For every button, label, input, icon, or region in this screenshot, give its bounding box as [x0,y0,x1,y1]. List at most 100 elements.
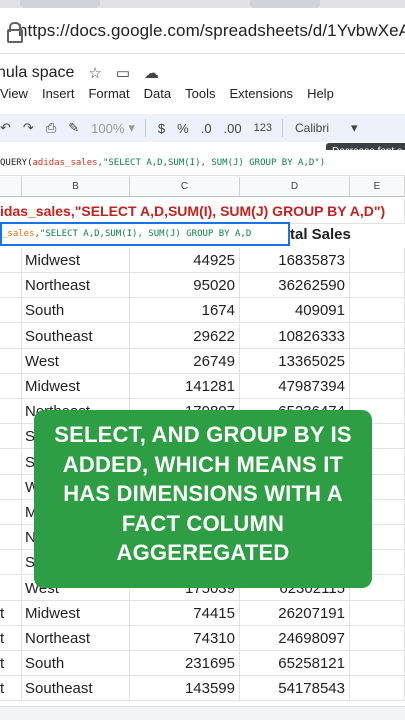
table-cell[interactable]: 13365025 [240,348,350,374]
url-text[interactable]: https://docs.google.com/spreadsheets/d/1… [18,21,405,41]
table-cell[interactable] [350,600,405,626]
currency-button[interactable]: $ [158,121,165,136]
table-cell[interactable] [0,248,22,273]
address-bar[interactable]: https://docs.google.com/spreadsheets/d/1… [0,8,405,54]
table-cell[interactable]: Southeast [22,676,130,702]
column-header-blank[interactable] [0,177,22,197]
formula-bar[interactable]: QUERY(adidas_sales ,"SELECT A,D,SUM(I), S… [0,150,405,176]
percent-button[interactable]: % [177,121,189,136]
table-cell[interactable]: Midwest [22,600,130,626]
table-cell[interactable] [0,474,22,500]
table-cell[interactable]: West [22,348,130,374]
move-folder-icon[interactable]: ▭ [116,64,130,82]
table-cell[interactable] [350,626,405,651]
table-cell[interactable]: 26749 [130,348,240,374]
table-cell[interactable]: South [22,651,130,677]
print-icon[interactable]: ⎙ [46,120,56,136]
table-row[interactable]: t South 231695 65258121 [0,651,405,677]
table-cell[interactable] [0,273,22,299]
table-row[interactable]: Midwest 141281 47987394 [0,374,405,399]
menu-extensions[interactable]: Extensions [229,86,293,106]
undo-icon[interactable]: ↶ [0,120,11,136]
table-cell[interactable] [350,651,405,677]
table-row[interactable]: Northeast 95020 36262590 [0,273,405,299]
menu-help[interactable]: Help [307,86,334,106]
table-cell[interactable] [0,500,22,525]
table-cell[interactable]: 36262590 [240,273,350,299]
table-cell[interactable] [0,323,22,349]
paint-format-icon[interactable]: ✎ [68,120,79,136]
star-icon[interactable]: ☆ [88,64,101,82]
table-cell[interactable]: 44925 [130,248,240,273]
table-cell[interactable]: 231695 [130,651,240,677]
table-cell[interactable]: 26207191 [240,600,350,626]
table-cell[interactable] [350,273,405,299]
table-cell[interactable]: 16835873 [240,248,350,273]
table-cell[interactable]: Midwest [22,248,130,273]
table-cell[interactable]: 143599 [130,676,240,702]
table-cell[interactable] [350,676,405,702]
table-cell[interactable] [0,424,22,450]
table-cell[interactable]: t [0,600,22,626]
table-cell[interactable] [0,550,22,576]
menu-data[interactable]: Data [144,86,171,106]
font-select[interactable]: Calibri [295,121,329,135]
menu-view[interactable]: View [0,86,28,106]
table-row[interactable]: West 26749 13365025 [0,348,405,374]
table-cell[interactable]: Northeast [22,626,130,651]
decrease-decimal-button[interactable]: .0 [201,121,212,136]
document-title[interactable]: nula space [0,64,74,82]
menu-insert[interactable]: Insert [42,86,75,106]
column-header-e[interactable]: E [350,177,405,197]
table-cell[interactable] [0,298,22,324]
column-header-d[interactable]: D [240,177,350,197]
total-sales-header[interactable]: tal Sales [290,222,351,247]
table-cell[interactable]: 74415 [130,600,240,626]
table-cell[interactable] [350,298,405,324]
cell-editor[interactable]: _sales,"SELECT A,D,SUM(I), SUM(J) GROUP … [0,222,290,246]
increase-decimal-button[interactable]: .00 [224,121,242,136]
table-cell[interactable] [350,323,405,349]
table-cell[interactable] [0,374,22,399]
table-cell[interactable]: 47987394 [240,374,350,399]
chevron-down-icon[interactable]: ▾ [351,120,358,136]
table-cell[interactable]: 95020 [130,273,240,299]
table-row[interactable]: t Midwest 74415 26207191 [0,600,405,626]
redo-icon[interactable]: ↷ [23,120,34,136]
table-cell[interactable]: Midwest [22,374,130,399]
table-cell[interactable] [350,348,405,374]
table-cell[interactable] [0,399,22,425]
table-cell[interactable] [0,575,22,601]
table-cell[interactable]: 409091 [240,298,350,324]
table-cell[interactable]: 10826333 [240,323,350,349]
more-formats-button[interactable]: 123 [254,122,272,134]
table-cell[interactable]: t [0,626,22,651]
table-row[interactable]: Midwest 44925 16835873 [0,248,405,273]
table-cell[interactable]: 29622 [130,323,240,349]
table-cell[interactable]: Northeast [22,273,130,299]
table-cell[interactable] [350,374,405,399]
formula-cell-text[interactable]: idas_sales,"SELECT A,D,SUM(I), SUM(J) GR… [0,199,405,224]
table-row[interactable]: South 1674 409091 [0,298,405,324]
table-cell[interactable]: 24698097 [240,626,350,651]
table-cell[interactable]: Southeast [22,323,130,349]
table-row[interactable]: t Southeast 143599 54178543 [0,676,405,702]
column-header-c[interactable]: C [130,177,240,197]
menu-format[interactable]: Format [88,86,129,106]
chevron-down-icon[interactable]: ▾ [128,120,135,136]
table-cell[interactable]: 1674 [130,298,240,324]
table-row[interactable]: t Northeast 74310 24698097 [0,626,405,651]
table-cell[interactable]: 141281 [130,374,240,399]
table-row[interactable]: Southeast 29622 10826333 [0,323,405,349]
table-cell[interactable]: 65258121 [240,651,350,677]
table-cell[interactable]: t [0,676,22,702]
formula-text-row[interactable]: idas_sales,"SELECT A,D,SUM(I), SUM(J) GR… [0,199,405,224]
table-cell[interactable] [350,248,405,273]
column-header-b[interactable]: B [22,177,130,197]
table-cell[interactable] [0,348,22,374]
browser-tab[interactable] [20,0,100,8]
menu-tools[interactable]: Tools [185,86,215,106]
table-cell[interactable]: 74310 [130,626,240,651]
table-cell[interactable] [0,449,22,475]
table-cell[interactable]: 54178543 [240,676,350,702]
